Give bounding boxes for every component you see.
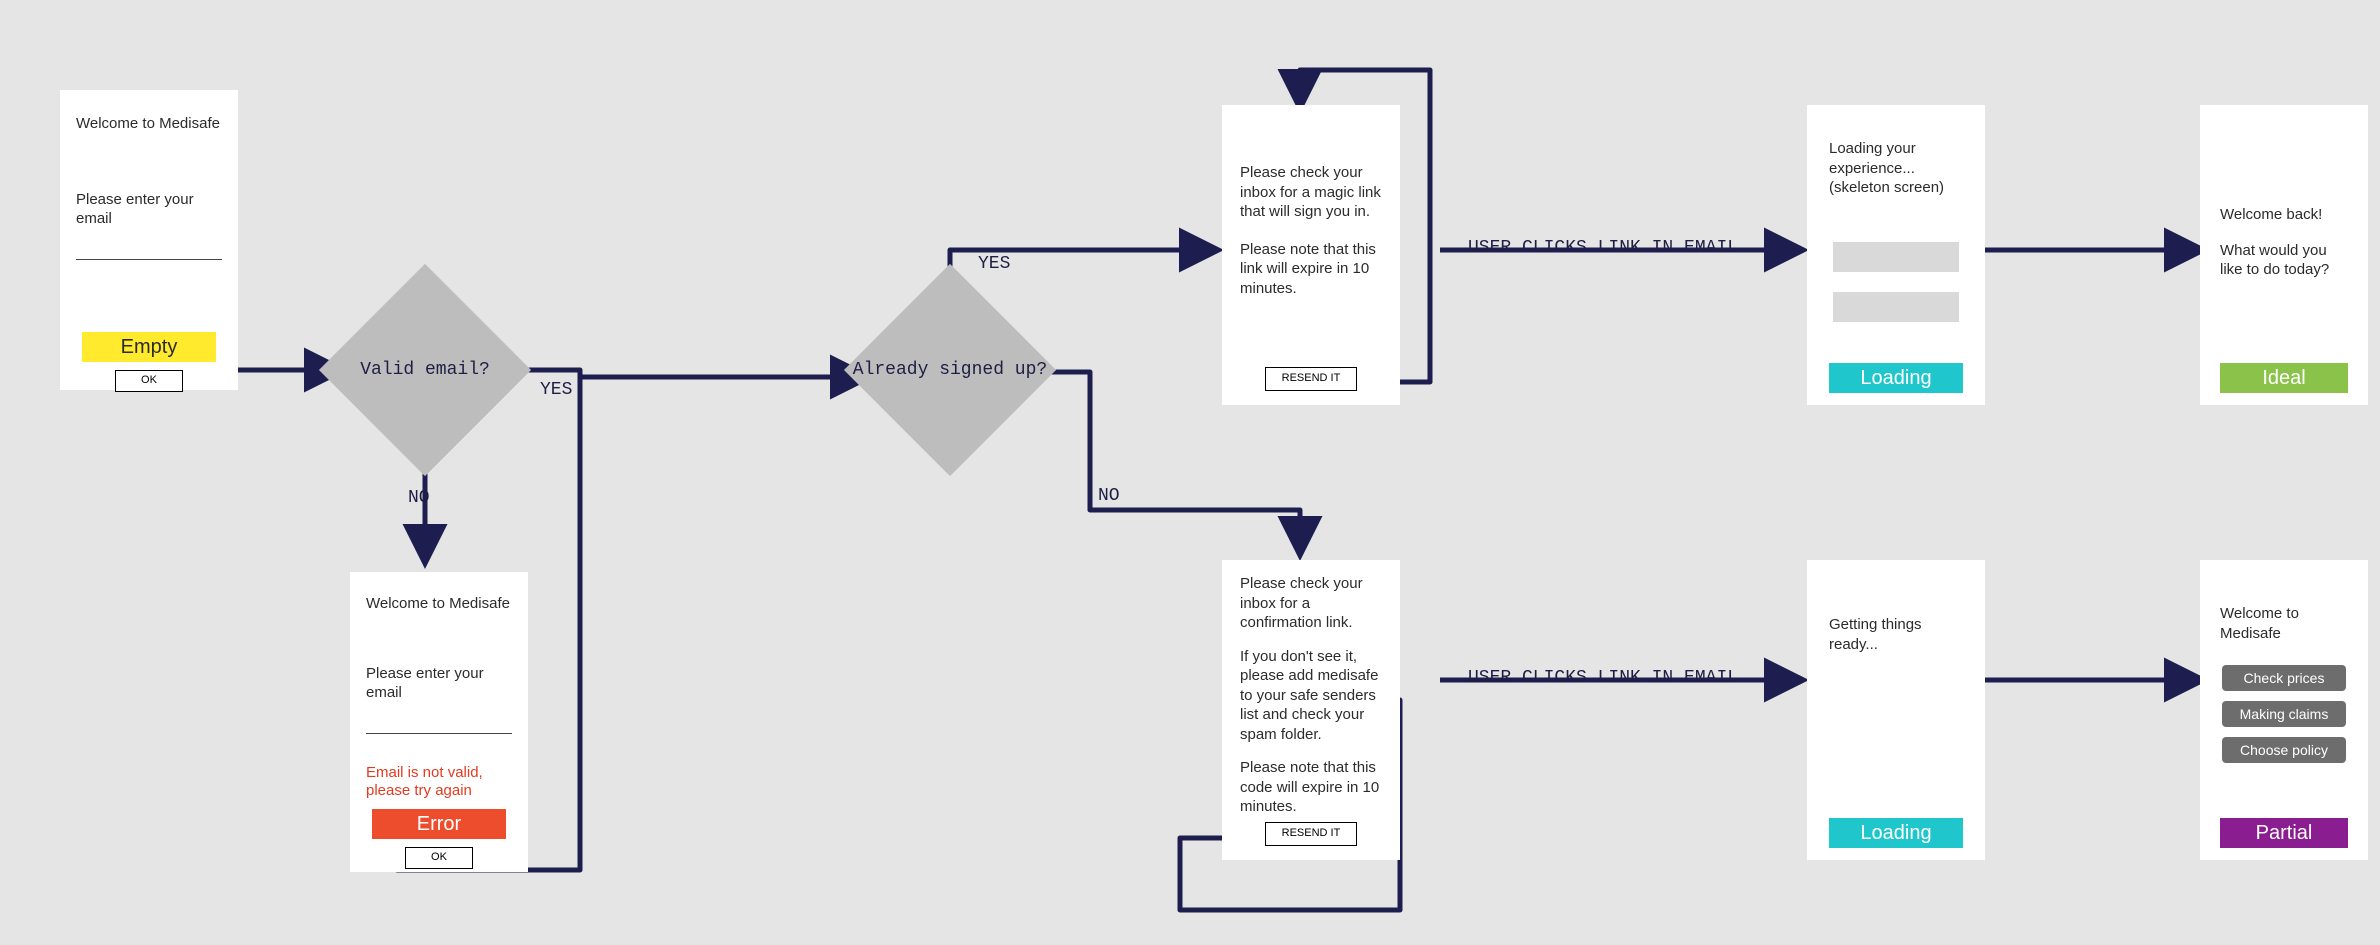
skeleton-bar (1833, 292, 1959, 322)
magic-text-1: Please check your inbox for a magic link… (1222, 105, 1400, 222)
screen-title: Welcome to Medisafe (2200, 560, 2368, 643)
decision-valid-email: Valid email? (350, 295, 500, 445)
magic-text-2: Please note that this link will expire i… (1222, 222, 1400, 299)
ok-button[interactable]: OK (405, 847, 473, 869)
confirm-text-3: Please note that this code will expire i… (1222, 744, 1400, 817)
screen-confirmation-link: Please check your inbox for a confirmati… (1222, 560, 1400, 860)
screen-error: Welcome to Medisafe Please enter your em… (350, 572, 528, 872)
screen-loading-ideal: Loading your experience... (skeleton scr… (1807, 105, 1985, 405)
resend-button[interactable]: RESEND IT (1265, 822, 1357, 846)
welcome-question: What would you like to do today? (2200, 225, 2368, 280)
screen-ideal: Welcome back! What would you like to do … (2200, 105, 2368, 405)
edge-no: NO (408, 488, 430, 508)
loading-text: Getting things ready... (1807, 560, 1985, 654)
screen-loading-partial: Getting things ready... Loading (1807, 560, 1985, 860)
screen-title: Welcome to Medisafe (60, 90, 238, 134)
edge-no: NO (1098, 486, 1120, 506)
resend-button[interactable]: RESEND IT (1265, 367, 1357, 391)
state-badge-empty: Empty (82, 332, 216, 362)
edge-user-clicks-link: USER CLICKS LINK IN EMAIL (1468, 238, 1738, 258)
state-badge-loading: Loading (1829, 818, 1963, 848)
making-claims-button[interactable]: Making claims (2222, 701, 2346, 727)
screen-magic-link: Please check your inbox for a magic link… (1222, 105, 1400, 405)
screen-title: Welcome to Medisafe (350, 572, 528, 614)
loading-text: Loading your experience... (skeleton scr… (1807, 105, 1985, 198)
confirm-text-1: Please check your inbox for a confirmati… (1222, 560, 1400, 633)
welcome-back: Welcome back! (2200, 105, 2368, 225)
state-badge-partial: Partial (2220, 818, 2348, 848)
edge-user-clicks-link: USER CLICKS LINK IN EMAIL (1468, 668, 1738, 688)
email-field[interactable] (76, 235, 222, 260)
error-message: Email is not valid, please try again (350, 734, 528, 802)
state-badge-ideal: Ideal (2220, 363, 2348, 393)
choose-policy-button[interactable]: Choose policy (2222, 737, 2346, 763)
email-prompt: Please enter your email (350, 614, 528, 703)
decision-label: Valid email? (360, 360, 490, 380)
check-prices-button[interactable]: Check prices (2222, 665, 2346, 691)
email-prompt: Please enter your email (60, 134, 238, 229)
screen-empty: Welcome to Medisafe Please enter your em… (60, 90, 238, 390)
skeleton-bar (1833, 242, 1959, 272)
email-field[interactable] (366, 709, 512, 734)
ok-button[interactable]: OK (115, 370, 183, 392)
state-badge-error: Error (372, 809, 506, 839)
edge-yes: YES (540, 380, 572, 400)
decision-label: Already signed up? (853, 360, 1047, 380)
screen-partial: Welcome to Medisafe Check prices Making … (2200, 560, 2368, 860)
diagram-canvas: Welcome to Medisafe Please enter your em… (0, 0, 2380, 945)
confirm-text-2: If you don't see it, please add medisafe… (1222, 633, 1400, 745)
state-badge-loading: Loading (1829, 363, 1963, 393)
edge-yes: YES (978, 254, 1010, 274)
decision-already-signed-up: Already signed up? (875, 295, 1025, 445)
